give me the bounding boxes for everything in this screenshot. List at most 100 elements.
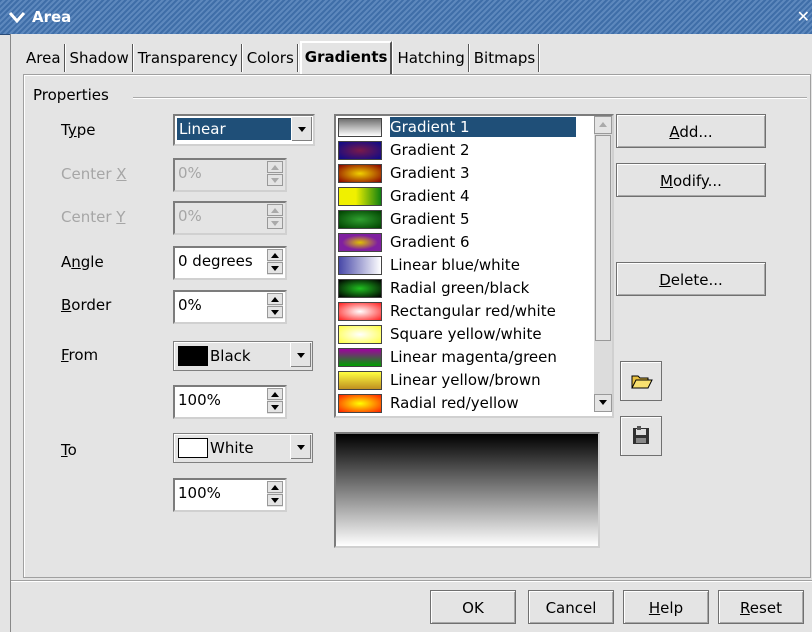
gradient-swatch xyxy=(338,302,382,321)
type-dropdown[interactable]: Linear xyxy=(173,114,315,146)
spin-down-icon[interactable] xyxy=(267,401,283,413)
bottom-separator xyxy=(11,580,812,582)
angle-label: Angle xyxy=(61,253,104,271)
tab-bitmaps[interactable]: Bitmaps xyxy=(471,44,540,72)
gradient-list-item[interactable]: Radial red/yellow xyxy=(336,392,576,415)
spin-down-icon[interactable] xyxy=(267,174,283,186)
close-icon[interactable]: ✕ xyxy=(797,7,810,26)
spin-up-icon[interactable] xyxy=(267,204,283,216)
to-intensity-spinner[interactable]: 100% xyxy=(173,478,287,512)
gradient-name: Gradient 1 xyxy=(390,117,576,137)
angle-value: 0 degrees xyxy=(178,252,253,270)
chevron-down-icon[interactable] xyxy=(8,8,26,26)
gradient-list-item[interactable]: Gradient 2 xyxy=(336,139,576,162)
gradient-name: Radial red/yellow xyxy=(390,394,519,412)
ok-button[interactable]: OK xyxy=(430,590,516,624)
gradient-name: Linear blue/white xyxy=(390,256,520,274)
center-x-spinner[interactable]: 0% xyxy=(173,158,287,192)
from-color-swatch xyxy=(178,346,208,366)
add-button[interactable]: Add... xyxy=(616,114,766,148)
scroll-down-icon[interactable] xyxy=(594,394,612,412)
delete-button[interactable]: Delete... xyxy=(616,262,766,296)
gradient-swatch xyxy=(338,187,382,206)
gradient-name: Gradient 2 xyxy=(390,141,470,159)
gradient-name: Gradient 3 xyxy=(390,164,470,182)
reset-button[interactable]: Reset xyxy=(718,590,804,624)
tab-gradients[interactable]: Gradients xyxy=(299,41,393,76)
gradient-list-item[interactable]: Linear yellow/brown xyxy=(336,369,576,392)
to-color-dropdown[interactable]: White xyxy=(173,433,313,463)
gradient-name: Gradient 4 xyxy=(390,187,470,205)
title-bar: Area ✕ xyxy=(0,0,812,35)
window-title: Area xyxy=(32,8,72,26)
gradient-swatch xyxy=(338,233,382,252)
group-divider xyxy=(133,97,807,99)
gradient-list-item[interactable]: Linear blue/white xyxy=(336,254,576,277)
gradient-swatch xyxy=(338,118,382,137)
gradient-name: Gradient 5 xyxy=(390,210,470,228)
to-intensity-value: 100% xyxy=(178,484,221,502)
spin-up-icon[interactable] xyxy=(267,249,283,261)
gradient-list-item[interactable]: Gradient 3 xyxy=(336,162,576,185)
tab-shadow[interactable]: Shadow xyxy=(67,44,133,72)
gradient-list-item[interactable]: Gradient 4 xyxy=(336,185,576,208)
center-y-label: Center Y xyxy=(61,208,126,226)
gradient-swatch xyxy=(338,348,382,367)
angle-spinner[interactable]: 0 degrees xyxy=(173,246,287,280)
chevron-down-icon[interactable] xyxy=(290,343,311,367)
gradient-swatch xyxy=(338,394,382,413)
spin-up-icon[interactable] xyxy=(267,481,283,493)
tab-colors[interactable]: Colors xyxy=(244,44,298,72)
border-value: 0% xyxy=(178,296,202,314)
from-intensity-spinner[interactable]: 100% xyxy=(173,385,287,419)
spin-up-icon[interactable] xyxy=(267,293,283,305)
border-label: Border xyxy=(61,296,112,314)
gradient-list-item[interactable]: Radial green/black xyxy=(336,277,576,300)
gradient-list-item[interactable]: Gradient 1 xyxy=(336,116,576,139)
cancel-button[interactable]: Cancel xyxy=(528,590,614,624)
load-gradients-button[interactable] xyxy=(620,361,662,401)
scroll-thumb[interactable] xyxy=(595,135,611,341)
gradient-swatch xyxy=(338,141,382,160)
from-intensity-value: 100% xyxy=(178,391,221,409)
chevron-down-icon[interactable] xyxy=(290,435,311,459)
spin-down-icon[interactable] xyxy=(267,262,283,274)
to-color-swatch xyxy=(178,438,208,458)
modify-button[interactable]: Modify... xyxy=(616,163,766,197)
spin-down-icon[interactable] xyxy=(267,494,283,506)
from-color-dropdown[interactable]: Black xyxy=(173,341,313,371)
gradient-list-scrollbar[interactable] xyxy=(594,116,612,412)
gradient-list-item[interactable]: Square yellow/white xyxy=(336,323,576,346)
scroll-up-icon[interactable] xyxy=(594,116,612,134)
tab-transparency[interactable]: Transparency xyxy=(135,44,242,72)
gradient-name: Radial green/black xyxy=(390,279,530,297)
spin-down-icon[interactable] xyxy=(267,217,283,229)
gradient-list-item[interactable]: Gradient 5 xyxy=(336,208,576,231)
gradient-list-item[interactable]: Rectangular red/white xyxy=(336,300,576,323)
save-gradients-button[interactable] xyxy=(620,416,662,456)
from-color-name: Black xyxy=(210,347,251,365)
type-value: Linear xyxy=(177,118,291,140)
spin-down-icon[interactable] xyxy=(267,306,283,318)
center-y-value: 0% xyxy=(178,207,202,225)
tab-hatching[interactable]: Hatching xyxy=(394,44,469,72)
to-color-name: White xyxy=(210,439,254,457)
gradient-swatch xyxy=(338,325,382,344)
gradient-list-item[interactable]: Gradient 6 xyxy=(336,231,576,254)
gradient-name: Rectangular red/white xyxy=(390,302,556,320)
open-folder-icon xyxy=(631,375,653,389)
gradient-preview xyxy=(334,432,600,548)
border-spinner[interactable]: 0% xyxy=(173,290,287,324)
spin-up-icon[interactable] xyxy=(267,388,283,400)
help-button[interactable]: Help xyxy=(623,590,709,624)
tab-area[interactable]: Area xyxy=(23,44,65,72)
chevron-down-icon[interactable] xyxy=(291,117,312,141)
spin-up-icon[interactable] xyxy=(267,161,283,173)
to-label: To xyxy=(61,441,77,459)
gradient-list-item[interactable]: Linear magenta/green xyxy=(336,346,576,369)
gradient-list[interactable]: Gradient 1 Gradient 2 Gradient 3 Gradient 4… xyxy=(334,114,614,418)
center-x-label: Center X xyxy=(61,165,127,183)
gradient-swatch xyxy=(338,256,382,275)
center-x-value: 0% xyxy=(178,164,202,182)
center-y-spinner[interactable]: 0% xyxy=(173,201,287,235)
